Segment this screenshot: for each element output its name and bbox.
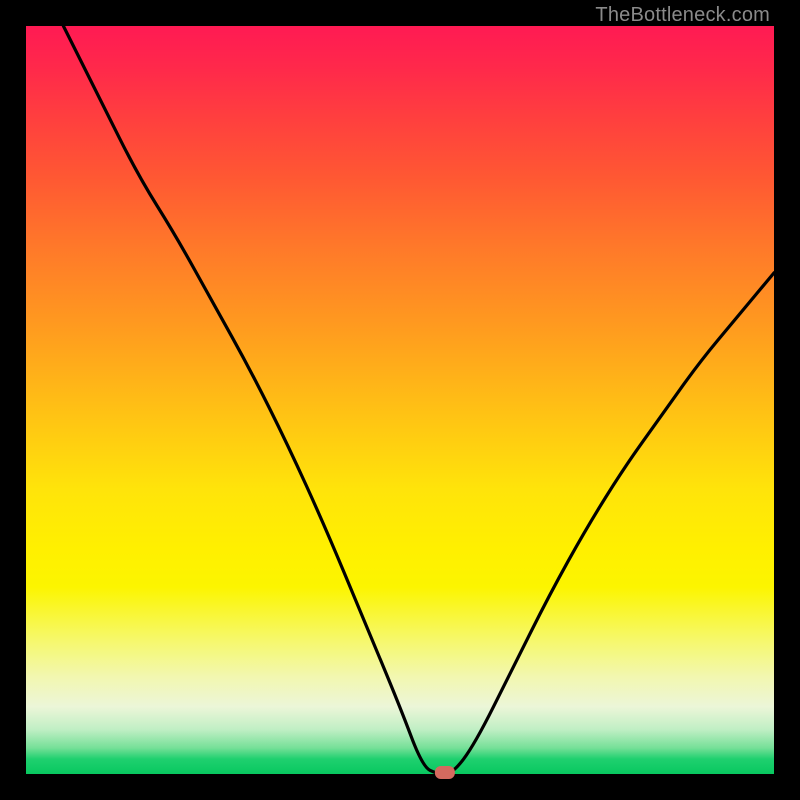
optimal-marker xyxy=(435,766,455,779)
bottleneck-curve xyxy=(63,26,774,774)
chart-plot-area xyxy=(26,26,774,774)
bottleneck-curve-svg xyxy=(26,26,774,774)
chart-frame: TheBottleneck.com xyxy=(0,0,800,800)
watermark-text: TheBottleneck.com xyxy=(595,4,770,27)
